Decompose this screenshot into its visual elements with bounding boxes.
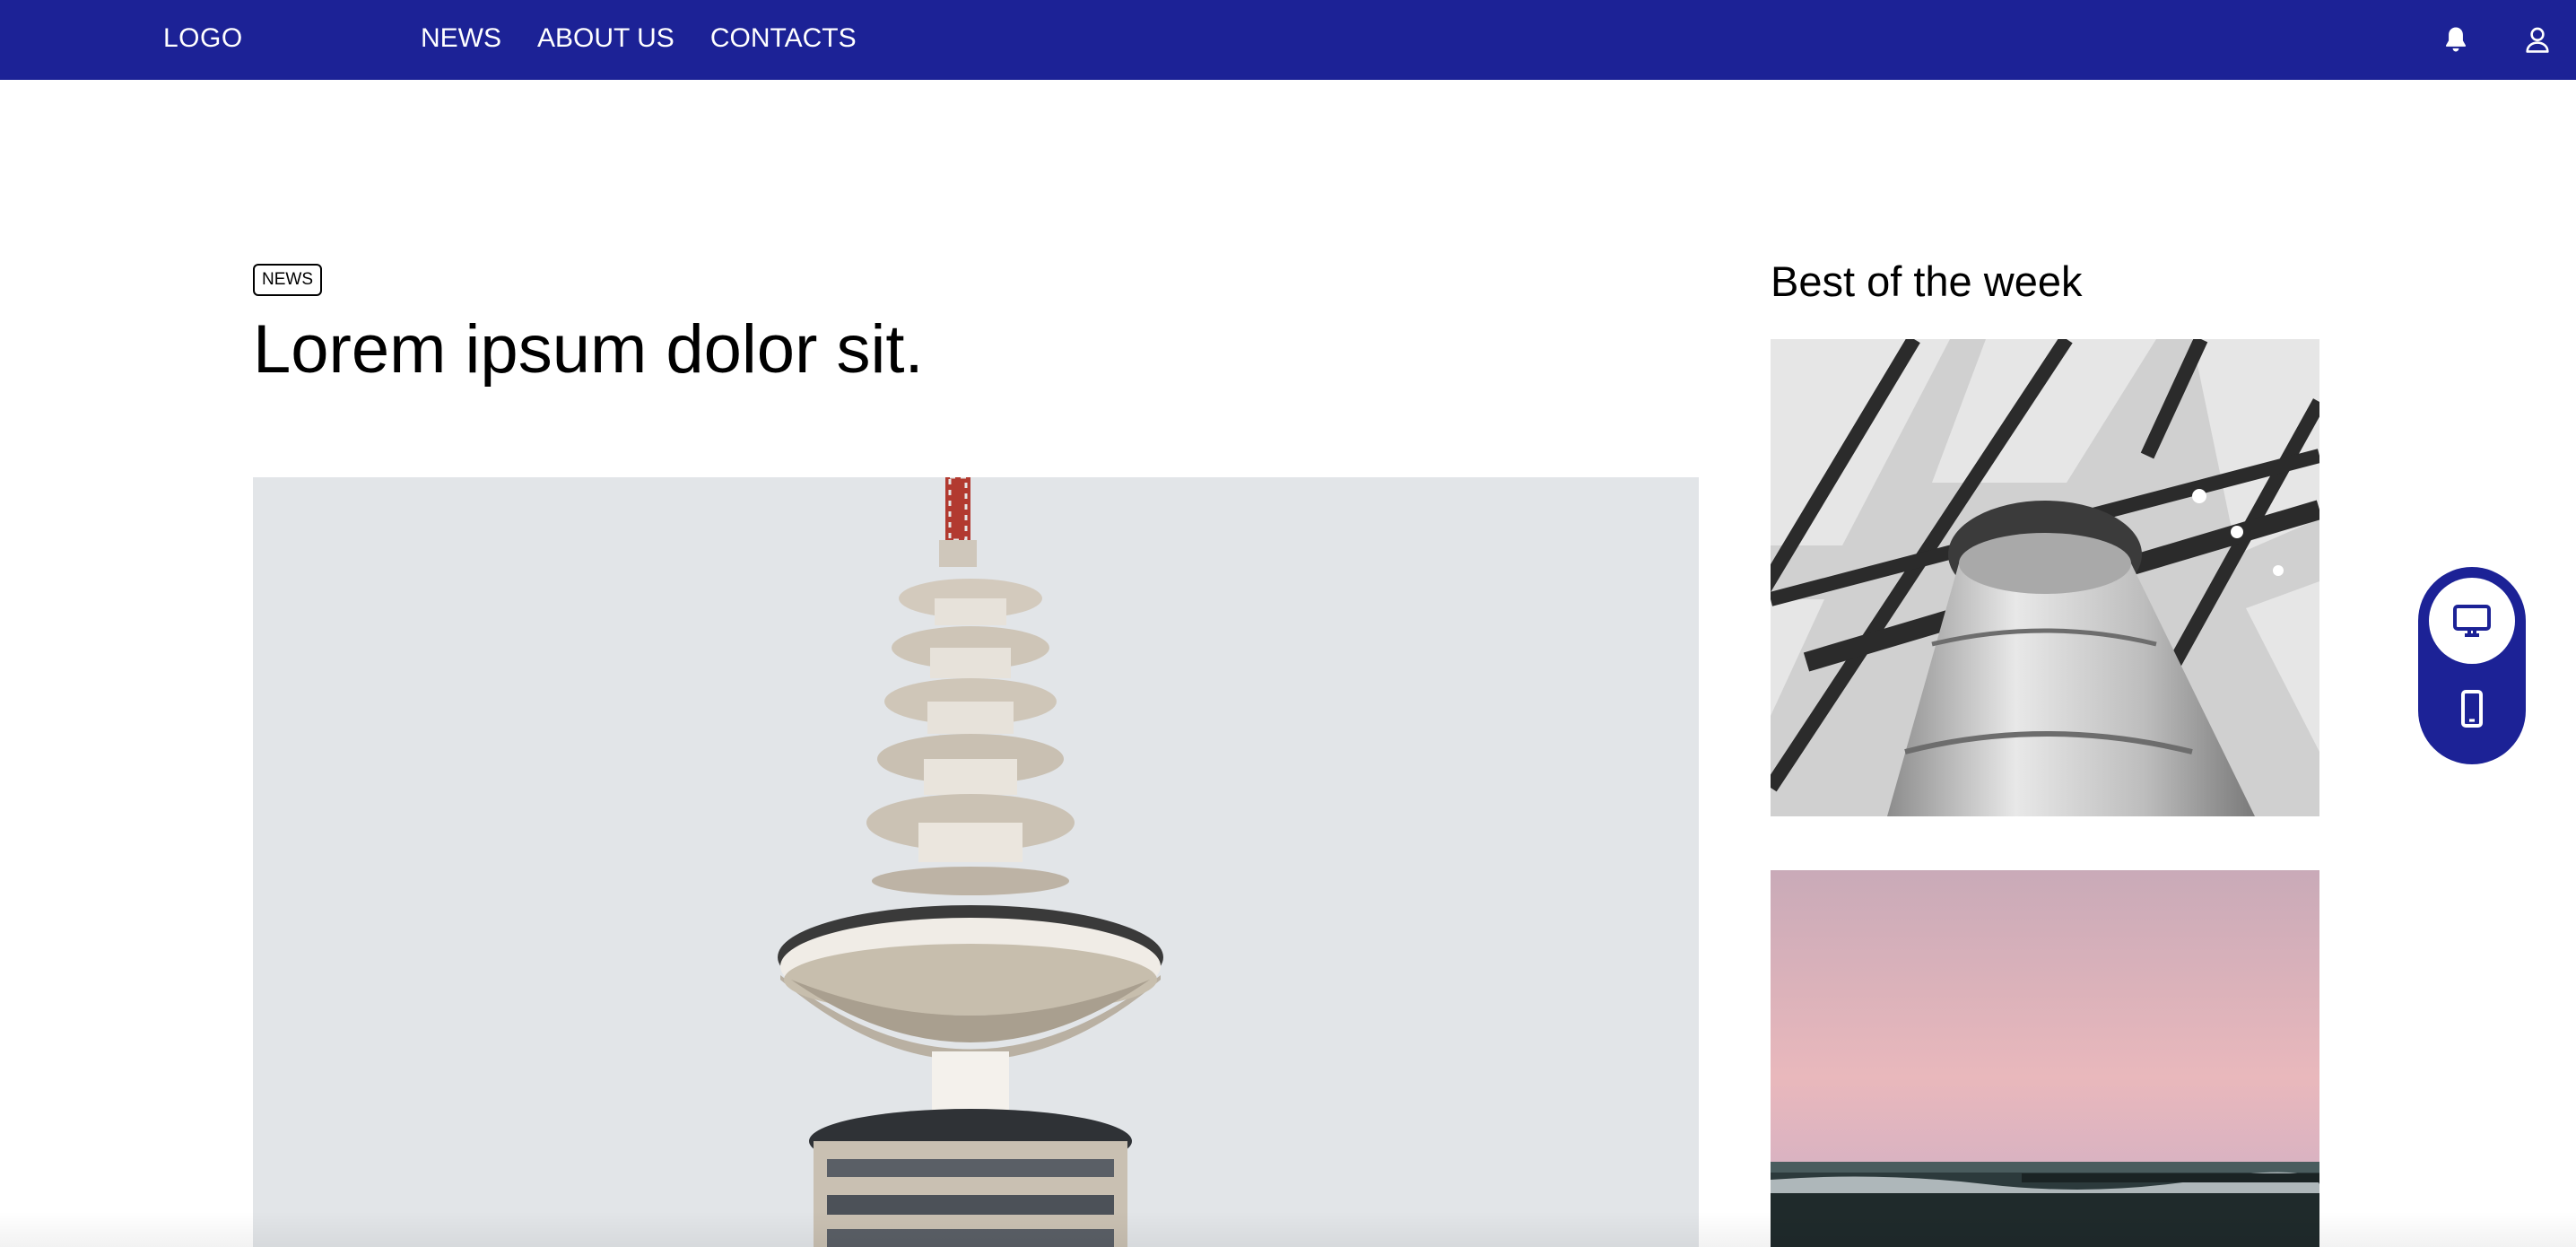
- desktop-view-button[interactable]: [2429, 578, 2515, 664]
- nav-item-news[interactable]: NEWS: [421, 23, 501, 54]
- bell-icon[interactable]: [2441, 24, 2471, 55]
- hero-image: [253, 477, 1699, 1247]
- logo[interactable]: LOGO: [163, 23, 243, 54]
- best-of-week-image-1[interactable]: [1771, 339, 2319, 816]
- best-of-week-image-2[interactable]: [1771, 870, 2319, 1247]
- category-badge[interactable]: NEWS: [253, 264, 322, 296]
- top-navigation-bar: LOGO NEWS ABOUT US CONTACTS: [0, 0, 2576, 80]
- device-preview-toggle: [2418, 567, 2526, 764]
- nav-item-about-us[interactable]: ABOUT US: [537, 23, 674, 54]
- article-title: Lorem ipsum dolor sit.: [253, 311, 924, 388]
- sidebar-title: Best of the week: [1771, 257, 2083, 305]
- desktop-icon: [2453, 605, 2491, 637]
- main-nav: NEWS ABOUT US CONTACTS: [421, 23, 857, 54]
- mobile-view-button[interactable]: [2429, 666, 2515, 752]
- phone-icon: [2461, 690, 2483, 728]
- user-icon[interactable]: [2522, 24, 2553, 55]
- nav-item-contacts[interactable]: CONTACTS: [710, 23, 857, 54]
